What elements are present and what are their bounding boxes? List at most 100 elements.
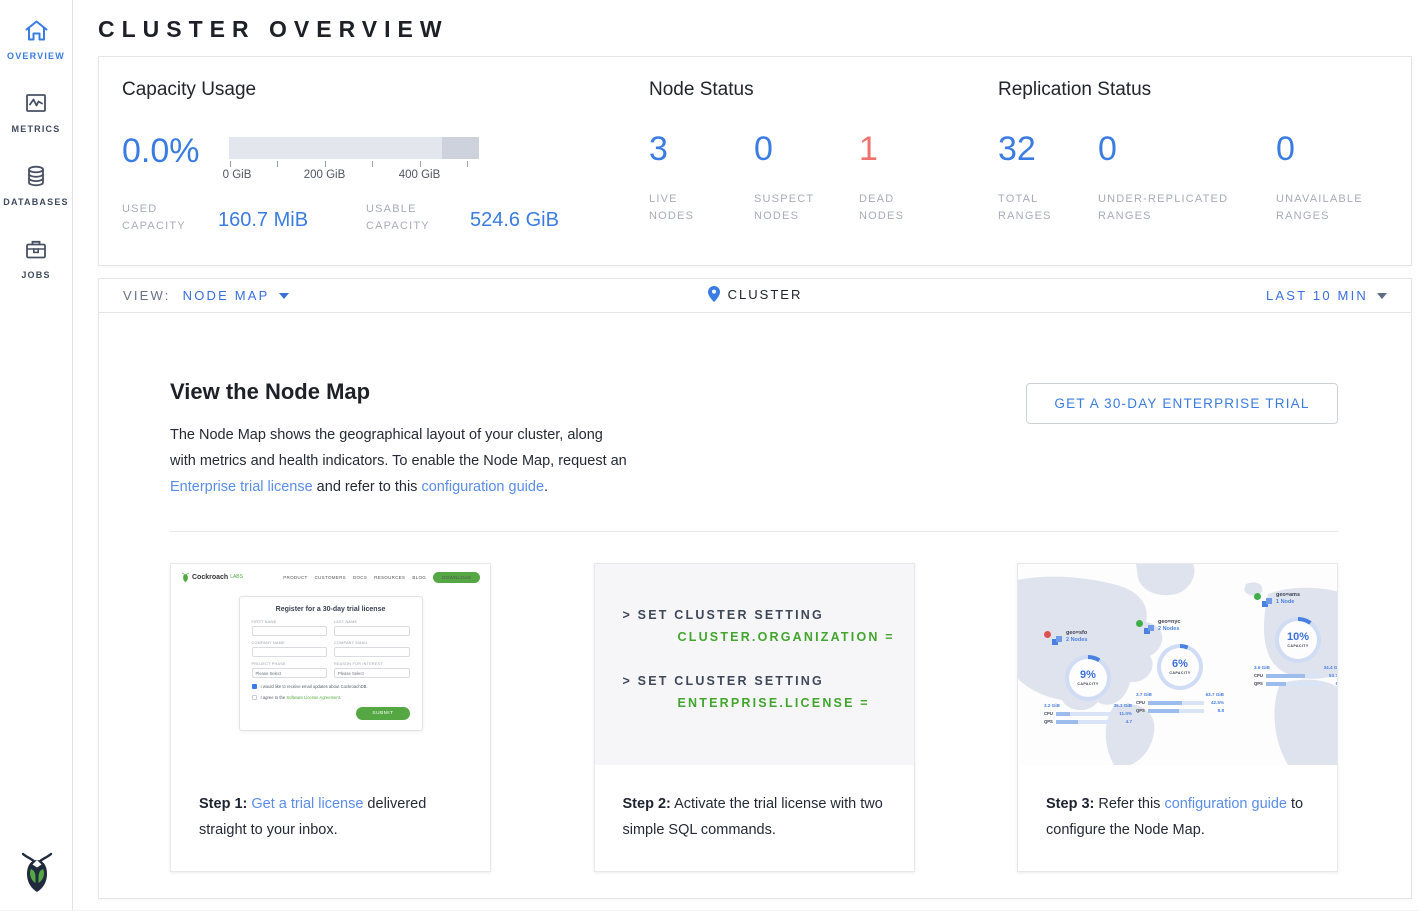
sidebar-item-label: OVERVIEW <box>7 51 65 61</box>
node-count: 2 Nodes <box>1066 637 1087 644</box>
capacity-bar-reserved <box>442 137 480 159</box>
cluster-breadcrumb[interactable]: CLUSTER <box>708 286 803 302</box>
node-status-dot-green <box>1254 593 1261 600</box>
description-text: and refer to this <box>313 479 422 495</box>
node-locality: geo=ams <box>1276 592 1300 599</box>
cluster-breadcrumb-label: CLUSTER <box>728 287 803 302</box>
sidebar-item-databases[interactable]: DATABASES <box>0 162 73 207</box>
node-locality: geo=nyc <box>1158 619 1180 626</box>
suspect-nodes-value: 0 <box>754 131 859 167</box>
mini-trial-form: Register for a 30-day trial license FIRS… <box>239 596 423 731</box>
chevron-down-icon <box>1377 293 1387 299</box>
node-cube-icon <box>1052 633 1063 651</box>
map-pin-icon <box>708 286 720 302</box>
step-3-text: Refer this <box>1094 796 1164 812</box>
node-used-capacity: 3.2 GiB <box>1044 703 1060 708</box>
node-capacity-percent: 10% <box>1287 632 1309 643</box>
node-qps-label: QPS <box>1136 708 1148 713</box>
usable-capacity-value: 524.6 GiB <box>470 209 559 232</box>
dead-nodes-value: 1 <box>859 131 964 167</box>
total-ranges-stat: 32 TOTAL RANGES <box>998 131 1098 225</box>
view-selector[interactable]: VIEW: NODE MAP <box>123 288 289 303</box>
mini-checkbox-label: I would like to receive email updates ab… <box>261 684 368 689</box>
node-count: 1 Node <box>1276 599 1300 606</box>
mini-logo-suffix: LABS <box>230 574 243 580</box>
node-total-capacity: 63.7 GiB <box>1206 692 1224 697</box>
divider <box>170 531 1338 532</box>
mini-submit-button: SUBMIT <box>356 707 409 720</box>
step-3-caption: Step 3: Refer this configuration guide t… <box>1018 765 1337 843</box>
view-label: VIEW: <box>123 288 171 303</box>
node-total-capacity: 35.1 GiB <box>1114 703 1132 708</box>
suspect-nodes-label: SUSPECT NODES <box>754 191 824 225</box>
databases-icon <box>23 162 49 190</box>
sidebar-item-overview[interactable]: OVERVIEW <box>0 16 73 61</box>
step-1-label: Step 1: <box>199 796 247 812</box>
capacity-axis-ticks <box>229 159 479 167</box>
enterprise-trial-license-link[interactable]: Enterprise trial license <box>170 479 313 495</box>
node-cpu-value: 53.3% <box>1326 673 1337 678</box>
mini-field-label: LAST NAME <box>334 620 410 624</box>
mini-field-label: REASON FOR INTEREST <box>334 662 410 666</box>
capacity-usage-section: Capacity Usage 0.0% <box>122 79 649 265</box>
node-cpu-value: 42.5% <box>1208 700 1224 705</box>
node-cpu-label: CPU <box>1044 711 1056 716</box>
used-capacity-value: 160.7 MiB <box>218 209 366 232</box>
time-range-selector[interactable]: LAST 10 MIN <box>1266 288 1387 303</box>
node-qps-label: QPS <box>1044 719 1056 724</box>
sql-command: > SET CLUSTER SETTING <box>623 674 914 688</box>
under-replicated-ranges-label: UNDER-REPLICATED RANGES <box>1098 191 1258 225</box>
mini-nav-blog: BLOG <box>412 575 426 580</box>
configuration-guide-link[interactable]: configuration guide <box>421 479 544 495</box>
mini-site-navbar: Cockroach LABS PRODUCT CUSTOMERS DOCS RE… <box>171 564 490 583</box>
sidebar: OVERVIEW METRICS DATABASES <box>0 0 73 910</box>
under-replicated-ranges-stat: 0 UNDER-REPLICATED RANGES <box>1098 131 1276 225</box>
sql-setting: CLUSTER.ORGANIZATION = <box>678 630 914 644</box>
node-count: 2 Nodes <box>1158 626 1180 633</box>
dead-nodes-label: DEAD NODES <box>859 191 919 225</box>
step-2-label: Step 2: <box>623 796 671 812</box>
mini-field-label: COMPANY EMAIL <box>334 641 410 645</box>
node-capacity-label: CAPACITY <box>1077 682 1098 686</box>
replication-status-section: Replication Status 32 TOTAL RANGES 0 UND… <box>998 79 1411 265</box>
live-nodes-value: 3 <box>649 131 754 167</box>
main-content: CLUSTER OVERVIEW Capacity Usage 0.0% <box>73 0 1419 910</box>
node-qps-value: 4.7 <box>1116 719 1132 724</box>
mini-input <box>252 647 328 657</box>
mini-download-button: DOWNLOAD <box>433 572 480 583</box>
sidebar-item-jobs[interactable]: JOBS <box>0 235 73 280</box>
get-trial-license-link[interactable]: Get a trial license <box>251 796 363 812</box>
capacity-usage-title: Capacity Usage <box>122 79 649 101</box>
mini-checkbox-label: I agree to the <box>261 695 287 700</box>
metrics-icon <box>23 89 49 117</box>
cockroach-labs-logo <box>0 846 73 896</box>
jobs-icon <box>23 235 49 263</box>
get-enterprise-trial-button[interactable]: GET A 30-DAY ENTERPRISE TRIAL <box>1026 383 1338 424</box>
map-node-sfo: geo=sfo 2 Nodes 9% CAPACITY <box>1044 630 1132 724</box>
node-total-capacity: 34.4 GiB <box>1324 665 1337 670</box>
step-2-card: > SET CLUSTER SETTING CLUSTER.ORGANIZATI… <box>594 563 915 872</box>
node-map-description: The Node Map shows the geographical layo… <box>170 422 632 500</box>
node-locality: geo=sfo <box>1066 630 1087 637</box>
node-cpu-label: CPU <box>1254 673 1266 678</box>
capacity-percent: 0.0% <box>122 134 229 185</box>
live-nodes-label: LIVE NODES <box>649 191 709 225</box>
sql-command: > SET CLUSTER SETTING <box>623 608 914 622</box>
cluster-summary-panel: Capacity Usage 0.0% <box>98 56 1412 266</box>
node-capacity-percent: 9% <box>1080 670 1096 681</box>
node-map-preview: geo=sfo 2 Nodes 9% CAPACITY <box>1018 564 1337 765</box>
sql-setting: ENTERPRISE.LICENSE = <box>678 696 914 710</box>
node-map-title: View the Node Map <box>170 379 632 405</box>
mini-input <box>252 626 328 636</box>
node-status-dot-green <box>1136 620 1143 627</box>
sidebar-item-metrics[interactable]: METRICS <box>0 89 73 134</box>
mini-nav-customers: CUSTOMERS <box>315 575 346 580</box>
mini-nav-product: PRODUCT <box>283 575 307 580</box>
mini-checkbox-unchecked <box>252 695 257 700</box>
sidebar-item-label: DATABASES <box>3 197 68 207</box>
configuration-guide-link[interactable]: configuration guide <box>1164 796 1287 812</box>
suspect-nodes-stat: 0 SUSPECT NODES <box>754 131 859 225</box>
total-ranges-value: 32 <box>998 131 1098 167</box>
node-cpu-label: CPU <box>1136 700 1148 705</box>
capacity-bar-usable <box>229 137 442 159</box>
